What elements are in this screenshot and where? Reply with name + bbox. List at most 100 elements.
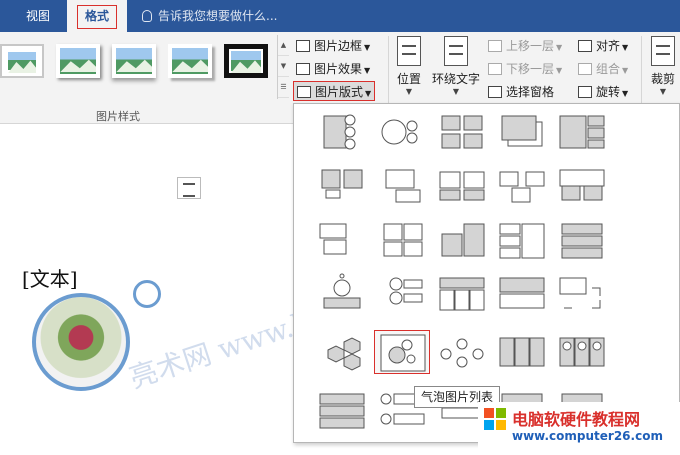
layout-thumbnail [383,223,423,257]
layout-option-24[interactable] [494,330,550,374]
tab-format[interactable]: 格式 [67,0,127,34]
picture-border-label: 图片边框 [314,39,363,53]
position-icon [397,36,421,66]
logo-square-red [484,408,494,418]
rotate-button[interactable]: 旋转 ▼ [578,82,628,102]
layout-thumbnail [381,119,418,145]
layout-option-25[interactable] [554,330,610,374]
layout-option-26[interactable] [314,388,370,432]
layout-option-12[interactable] [374,218,430,262]
layout-option-10[interactable] [554,164,610,208]
site-url: www.computer26.com [512,429,663,443]
layout-option-1[interactable] [314,110,370,154]
chevron-down-icon: ▼ [364,43,371,52]
layout-option-6[interactable] [314,164,370,208]
gallery-more-icon[interactable]: ☰ [278,77,289,98]
bring-forward-button[interactable]: 上移一层 ▼ [488,36,562,56]
layout-option-19[interactable] [494,272,550,316]
position-button[interactable]: 位置 ▼ [393,36,425,96]
picture-effects-label: 图片效果 [314,62,363,76]
layout-thumbnail [440,338,484,368]
style-thumb-image [229,49,263,73]
layout-thumbnail [380,334,426,372]
tell-me-text: 告诉我您想要做什么... [158,9,278,23]
layout-option-16[interactable] [314,272,370,316]
layout-option-13[interactable] [434,218,490,262]
layout-option-17[interactable] [374,272,430,316]
picture-border-button[interactable]: 图片边框 ▼ [296,36,370,56]
gallery-scroll[interactable]: ▲ ▼ ☰ [277,35,289,99]
layout-option-11[interactable] [314,218,370,262]
windows-logo-icon [484,408,506,430]
align-button[interactable]: 对齐 ▼ [578,36,628,56]
picture-effects-button[interactable]: 图片效果 ▼ [296,59,370,79]
layout-option-7[interactable] [374,164,430,208]
layout-option-22[interactable] [374,330,430,374]
lightbulb-icon [142,10,152,22]
layout-thumbnail [501,115,543,147]
layout-option-18[interactable] [434,272,490,316]
site-watermark: 电脑软硬件教程网 www.computer26.com [478,402,680,455]
picture-layout-button[interactable]: 图片版式 ▼ [293,81,376,101]
layout-option-5[interactable] [554,110,610,154]
layout-thumbnail [321,169,363,199]
picture-style-4[interactable] [168,44,212,78]
picture-style-5[interactable] [224,44,268,78]
layout-thumbnail [319,223,347,255]
layout-thumbnail [323,273,361,309]
layout-option-8[interactable] [434,164,490,208]
layout-option-9[interactable] [494,164,550,208]
scroll-up-icon[interactable]: ▲ [278,35,289,56]
chevron-down-icon: ▼ [405,87,413,96]
picture-style-1[interactable] [0,44,44,78]
logo-square-blue [484,420,494,430]
style-thumb-image [60,48,96,74]
layout-option-3[interactable] [434,110,490,154]
circle-picture[interactable] [32,293,130,391]
chevron-down-icon: ▼ [365,89,372,98]
wrap-text-label: 环绕文字 [431,72,480,86]
tell-me-search[interactable]: 告诉我您想要做什么... [142,0,277,32]
layout-option-15[interactable] [554,218,610,262]
align-icon [578,40,592,52]
picture-styles-group-label: 图片样式 [96,110,140,123]
layout-options-icon[interactable] [177,177,201,199]
wrap-text-button[interactable]: 环绕文字 ▼ [430,36,482,96]
layout-thumbnail [327,337,361,371]
layout-option-2[interactable] [374,110,430,154]
layout-thumbnail [319,393,365,429]
chevron-down-icon: ▼ [659,87,667,96]
crop-button[interactable]: 裁剪 ▼ [648,36,678,96]
layout-option-20[interactable] [554,272,610,316]
picture-style-2[interactable] [56,44,100,78]
picture-layout-icon [297,86,311,98]
layout-option-4[interactable] [494,110,550,154]
chevron-down-icon: ▼ [556,43,563,52]
layout-option-23[interactable] [434,330,490,374]
layout-thumbnail [323,114,356,150]
wrap-text-icon [444,36,468,66]
group-button[interactable]: 组合 ▼ [578,59,628,79]
rotate-icon [578,86,592,98]
align-label: 对齐 [596,39,621,53]
style-thumb-image [116,48,152,74]
picture-style-3[interactable] [112,44,156,78]
selection-pane-button[interactable]: 选择窗格 [488,82,554,102]
chevron-down-icon: ▼ [556,66,563,75]
send-backward-button[interactable]: 下移一层 ▼ [488,59,562,79]
bring-forward-label: 上移一层 [506,39,555,53]
layout-thumbnail [441,115,483,149]
chevron-down-icon: ▼ [452,87,460,96]
layout-thumbnail [499,223,545,259]
layout-thumbnail [439,277,485,311]
group-icon [578,63,592,75]
scroll-down-icon[interactable]: ▼ [278,56,289,77]
layout-thumbnail [389,277,423,305]
layout-option-21[interactable] [314,330,370,374]
selection-pane-label: 选择窗格 [506,85,555,99]
small-circle-shape[interactable] [133,280,161,308]
layout-option-14[interactable] [494,218,550,262]
smartart-text-placeholder[interactable]: [文本] [22,263,78,292]
tab-format-highlight [77,5,117,29]
tab-view[interactable]: 视图 [20,0,56,32]
